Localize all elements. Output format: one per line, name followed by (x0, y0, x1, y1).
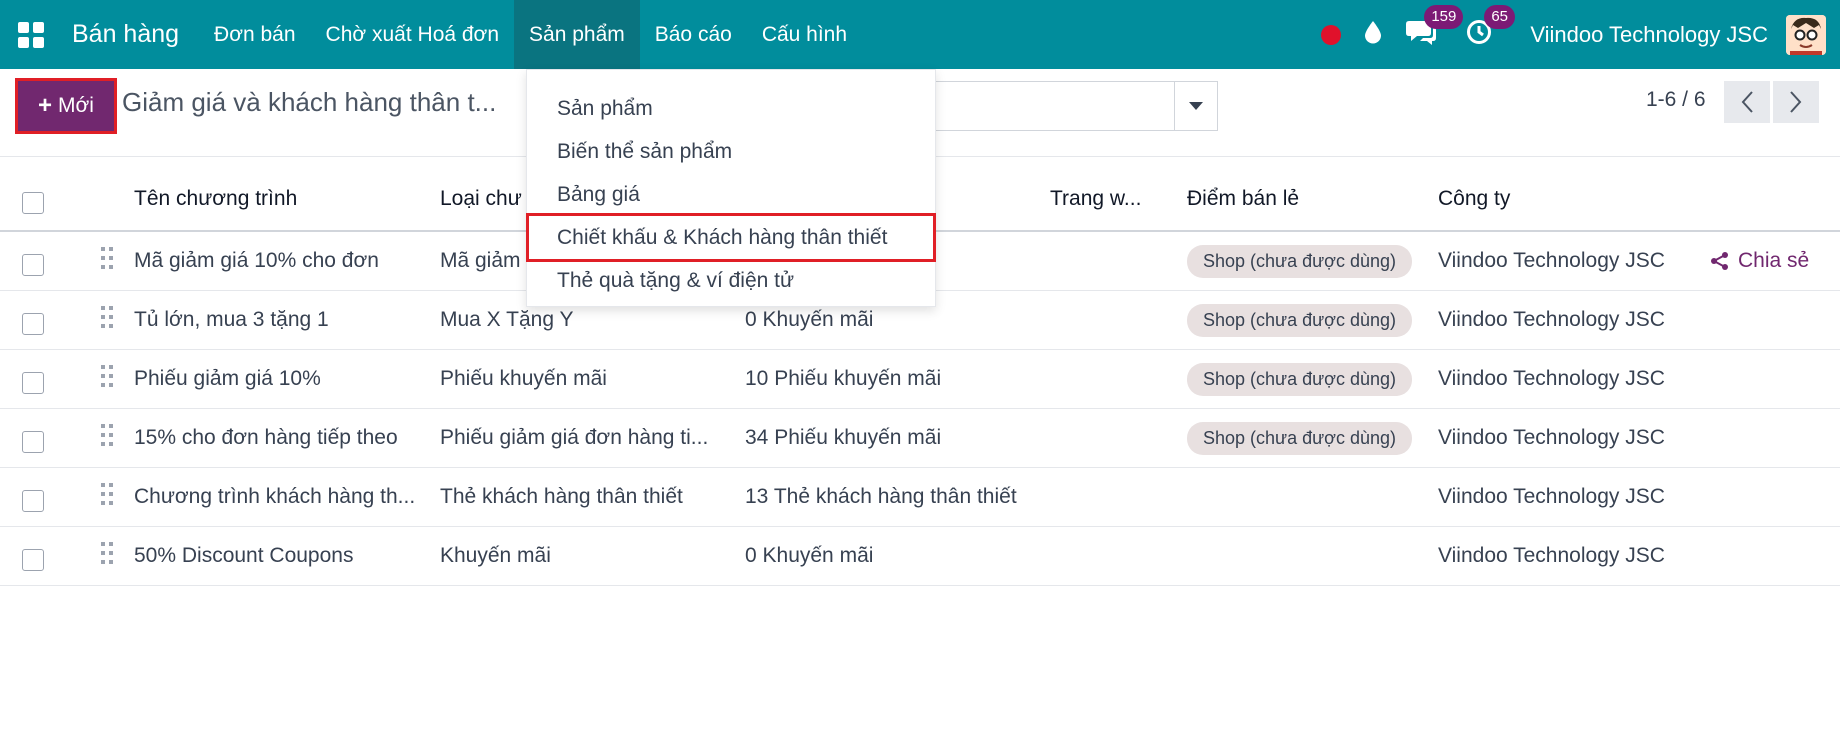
drag-handle-icon[interactable] (101, 306, 113, 330)
cell-company: Viindoo Technology JSC (1438, 544, 1665, 567)
drag-handle-icon[interactable] (101, 542, 113, 566)
cell-company: Viindoo Technology JSC (1438, 367, 1665, 390)
plus-icon: + (38, 92, 53, 119)
cell-company: Viindoo Technology JSC (1438, 485, 1665, 508)
cell-count: 13 Thẻ khách hàng thân thiết (745, 485, 1017, 508)
header-cong-ty[interactable]: Công ty (1438, 187, 1708, 211)
dropdown-item-chiet-khau-khach-hang-than-thiet[interactable]: Chiết khấu & Khách hàng thân thiết (526, 213, 936, 262)
cell-type: Mua X Tặng Y (440, 308, 574, 331)
header-trang-web[interactable]: Trang w... (1050, 187, 1150, 211)
cell-count: 0 Khuyến mãi (745, 308, 874, 331)
dropdown-item-the-qua-tang-vi-dien-tu[interactable]: Thẻ quà tặng & ví điện tử (527, 259, 935, 302)
cell-company: Viindoo Technology JSC (1438, 426, 1665, 449)
new-button[interactable]: + Mới (15, 78, 117, 134)
record-icon[interactable] (1321, 24, 1342, 45)
drag-handle-icon[interactable] (101, 483, 113, 507)
row-checkbox[interactable] (22, 549, 44, 571)
row-checkbox[interactable] (22, 431, 44, 453)
drag-handle-icon[interactable] (101, 365, 113, 389)
cell-type: Phiếu khuyến mãi (440, 367, 607, 390)
cell-count: 0 Khuyến mãi (745, 544, 874, 567)
apps-menu-icon[interactable] (18, 21, 44, 48)
header-diem-ban-le[interactable]: Điểm bán lẻ (1187, 187, 1427, 211)
cell-name: Mã giảm giá 10% cho đơn (134, 249, 379, 272)
pos-tag: Shop (chưa được dùng) (1187, 421, 1413, 455)
user-avatar[interactable] (1786, 14, 1826, 55)
search-options-toggle[interactable] (1174, 81, 1218, 131)
row-checkbox[interactable] (22, 313, 44, 335)
row-checkbox[interactable] (22, 372, 44, 394)
pager-previous-button[interactable] (1724, 81, 1770, 123)
menu-don-ban[interactable]: Đơn bán (199, 0, 311, 69)
cell-company: Viindoo Technology JSC (1438, 308, 1665, 331)
breadcrumb: Giảm giá và khách hàng thân t... (122, 87, 497, 117)
cell-company: Viindoo Technology JSC (1438, 249, 1665, 272)
san-pham-dropdown-menu: Sản phẩm Biến thể sản phẩm Bảng giá Chiế… (526, 69, 936, 307)
drag-handle-icon[interactable] (101, 247, 113, 271)
cell-type: Khuyến mãi (440, 544, 551, 567)
pos-tag: Shop (chưa được dùng) (1187, 303, 1413, 337)
table-row[interactable]: Phiếu giảm giá 10% Phiếu khuyến mãi 10 P… (0, 350, 1840, 409)
drag-handle-icon[interactable] (101, 424, 113, 448)
select-all-checkbox[interactable] (22, 192, 44, 214)
chat-icon[interactable]: 159 (1406, 5, 1464, 50)
app-name[interactable]: Bán hàng (72, 20, 179, 49)
pager-next-button[interactable] (1773, 81, 1819, 123)
cell-name: 15% cho đơn hàng tiếp theo (134, 426, 398, 449)
table-row[interactable]: Chương trình khách hàng th... Thẻ khách … (0, 468, 1840, 527)
pos-tag: Shop (chưa được dùng) (1187, 362, 1413, 396)
cell-type: Phiếu giảm giá đơn hàng ti... (440, 426, 709, 449)
row-checkbox[interactable] (22, 254, 44, 276)
dropdown-item-san-pham[interactable]: Sản phẩm (527, 87, 935, 130)
dropdown-item-bang-gia[interactable]: Bảng giá (527, 173, 935, 216)
row-checkbox[interactable] (22, 490, 44, 512)
activity-count-badge: 65 (1484, 5, 1515, 29)
share-button[interactable]: Chia sẻ (1710, 249, 1809, 273)
header-ten-chuong-trinh[interactable]: Tên chương trình (134, 187, 426, 211)
drop-icon[interactable] (1364, 20, 1382, 49)
table-row[interactable]: 50% Discount Coupons Khuyến mãi 0 Khuyến… (0, 527, 1840, 586)
cell-name: Tủ lớn, mua 3 tặng 1 (134, 308, 329, 331)
dropdown-item-bien-the-san-pham[interactable]: Biến thể sản phẩm (527, 130, 935, 173)
new-button-label: Mới (58, 94, 94, 117)
pos-tag: Shop (chưa được dùng) (1187, 244, 1413, 278)
share-icon (1711, 252, 1728, 270)
cell-type: Thẻ khách hàng thân thiết (440, 485, 683, 508)
pager-value[interactable]: 1-6 / 6 (1646, 88, 1706, 112)
company-switcher[interactable]: Viindoo Technology JSC (1530, 22, 1768, 48)
activity-clock-icon[interactable]: 65 (1466, 5, 1515, 50)
cell-name: Phiếu giảm giá 10% (134, 367, 321, 390)
cell-count: 34 Phiếu khuyến mãi (745, 426, 942, 449)
chat-count-badge: 159 (1424, 5, 1464, 29)
caret-down-icon (1189, 102, 1203, 110)
menu-bao-cao[interactable]: Báo cáo (640, 0, 747, 69)
cell-name: 50% Discount Coupons (134, 544, 354, 567)
top-navbar: Bán hàng Đơn bán Chờ xuất Hoá đơn Sản ph… (0, 0, 1840, 69)
share-label: Chia sẻ (1738, 249, 1810, 272)
table-row[interactable]: 15% cho đơn hàng tiếp theo Phiếu giảm gi… (0, 409, 1840, 468)
menu-cho-xuat-hoa-don[interactable]: Chờ xuất Hoá đơn (311, 0, 514, 69)
menu-cau-hinh[interactable]: Cấu hình (747, 0, 862, 69)
menu-san-pham[interactable]: Sản phẩm (514, 0, 640, 69)
cell-name: Chương trình khách hàng th... (134, 485, 416, 508)
cell-count: 10 Phiếu khuyến mãi (745, 367, 942, 390)
